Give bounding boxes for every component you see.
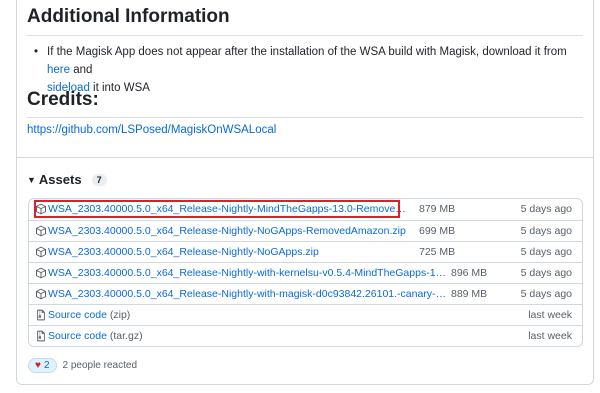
- bullet-text-and: and: [70, 64, 93, 76]
- credits-url-link[interactable]: https://github.com/LSPosed/MagiskOnWSALo…: [27, 124, 276, 136]
- file-zip-icon: [37, 309, 45, 321]
- file-zip-icon: [37, 330, 45, 342]
- package-icon: [36, 288, 46, 300]
- heading-divider: [27, 35, 583, 36]
- source-code-ext: (tar.gz): [109, 330, 143, 342]
- asset-date: 5 days ago: [520, 288, 572, 300]
- bullet-text-after: it into WSA: [89, 82, 150, 94]
- package-icon: [36, 246, 46, 258]
- asset-date: last week: [528, 330, 572, 342]
- asset-date: last week: [528, 309, 572, 321]
- asset-size: 725 MB: [419, 246, 456, 258]
- asset-link[interactable]: WSA_2303.40000.5.0_x64_Release-Nightly-N…: [48, 225, 408, 237]
- asset-link[interactable]: WSA_2303.40000.5.0_x64_Release-Nightly-w…: [48, 267, 448, 279]
- caret-down-icon: ▼: [27, 174, 36, 185]
- asset-date: 5 days ago: [520, 267, 572, 279]
- asset-date: 5 days ago: [520, 203, 572, 215]
- asset-link[interactable]: WSA_2303.40000.5.0_x64_Release-Nightly-M…: [48, 203, 408, 215]
- reactions-bar: ♥ 2 2 people reacted: [28, 358, 137, 373]
- info-bullet-text: If the Magisk App does not appear after …: [34, 43, 579, 97]
- assets-toggle[interactable]: ▼ Assets 7: [27, 172, 107, 187]
- source-code-targz-link[interactable]: Source code (tar.gz): [48, 330, 143, 342]
- source-code-ext: (zip): [109, 309, 131, 321]
- credits-heading: Credits:: [27, 89, 99, 110]
- asset-size: 879 MB: [419, 203, 456, 215]
- package-icon: [36, 225, 46, 237]
- source-code-zip-link[interactable]: Source code (zip): [48, 309, 130, 321]
- asset-row: Source code (zip) last week: [29, 304, 582, 325]
- asset-row: WSA_2303.40000.5.0_x64_Release-Nightly-N…: [29, 241, 582, 262]
- bullet-text-before: If the Magisk App does not appear after …: [47, 46, 567, 58]
- bullet-dot: •: [34, 46, 39, 58]
- here-link[interactable]: here: [47, 64, 70, 76]
- asset-size: 699 MB: [419, 225, 456, 237]
- info-bullet: • If the Magisk App does not appear afte…: [34, 43, 579, 97]
- additional-info-heading: Additional Information: [27, 6, 230, 27]
- asset-date: 5 days ago: [520, 246, 572, 258]
- package-icon: [36, 267, 46, 279]
- package-icon: [36, 203, 46, 215]
- credits-divider: [27, 117, 583, 118]
- asset-row: WSA_2303.40000.5.0_x64_Release-Nightly-N…: [29, 220, 582, 241]
- heart-icon: ♥: [35, 360, 41, 371]
- asset-row: WSA_2303.40000.5.0_x64_Release-Nightly-w…: [29, 262, 582, 283]
- asset-size: 896 MB: [451, 267, 488, 279]
- asset-link[interactable]: WSA_2303.40000.5.0_x64_Release-Nightly-N…: [48, 246, 408, 258]
- assets-list: WSA_2303.40000.5.0_x64_Release-Nightly-M…: [28, 198, 583, 347]
- heart-reaction-button[interactable]: ♥ 2: [28, 358, 57, 373]
- assets-count-badge: 7: [91, 173, 107, 186]
- asset-link[interactable]: WSA_2303.40000.5.0_x64_Release-Nightly-w…: [48, 288, 448, 300]
- asset-date: 5 days ago: [520, 225, 572, 237]
- asset-row: WSA_2303.40000.5.0_x64_Release-Nightly-M…: [29, 199, 582, 220]
- asset-size: 889 MB: [451, 288, 488, 300]
- source-code-label: Source code: [48, 309, 107, 321]
- reactions-summary: 2 people reacted: [62, 360, 138, 371]
- source-code-label: Source code: [48, 330, 107, 342]
- section-divider: [17, 157, 593, 158]
- heart-count: 2: [43, 360, 50, 371]
- asset-row: WSA_2303.40000.5.0_x64_Release-Nightly-w…: [29, 283, 582, 304]
- assets-title: Assets: [38, 172, 82, 187]
- asset-row: Source code (tar.gz) last week: [29, 325, 582, 346]
